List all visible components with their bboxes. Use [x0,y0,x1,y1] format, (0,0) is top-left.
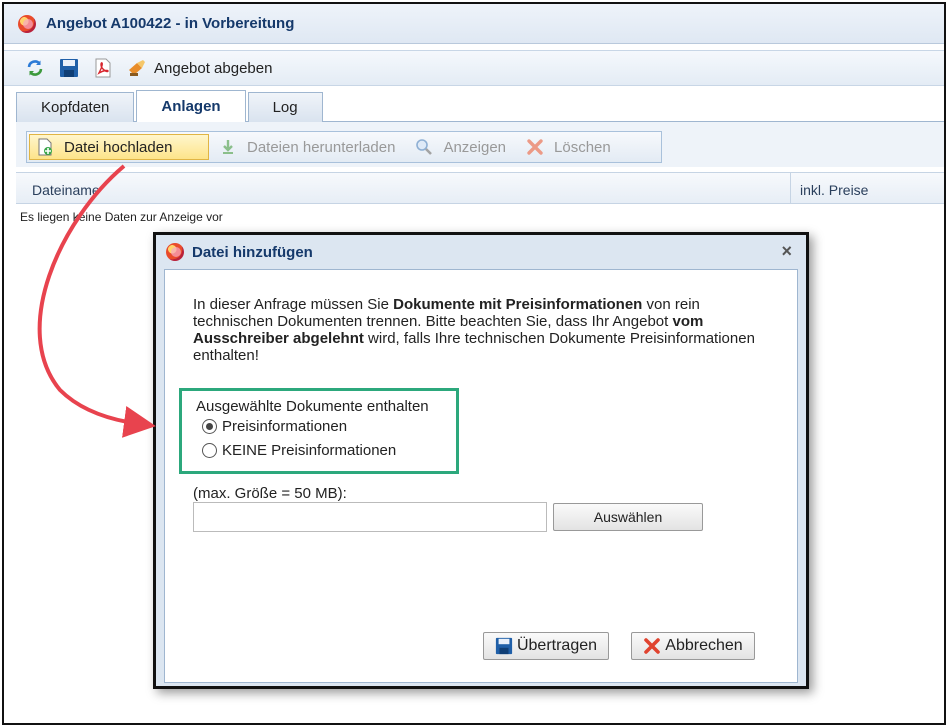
choose-file-label: Auswählen [593,509,663,525]
file-path-input[interactable] [193,502,547,532]
choose-file-button[interactable]: Auswählen [553,503,703,531]
window-titlebar: Angebot A100422 - in Vorbereitung [4,4,944,44]
max-size-label: (max. Größe = 50 MB): [193,485,347,502]
add-file-dialog: Datei hinzufügen × In dieser Anfrage müs… [153,232,809,689]
pdf-icon[interactable] [92,57,114,79]
tab-kopfdaten[interactable]: Kopfdaten [16,92,135,122]
window-title: Angebot A100422 - in Vorbereitung [46,15,295,32]
notice-bold-text: Dokumente mit Preisinformationen [393,296,643,313]
document-type-group: Ausgewählte Dokumente enthalten Preisinf… [179,388,459,474]
upload-file-label: Datei hochladen [64,138,173,156]
radio-no-price-info[interactable] [202,443,217,458]
show-button[interactable]: Anzeigen [409,134,516,160]
tab-log[interactable]: Log [247,92,323,122]
dialog-logo-icon [166,243,184,261]
delete-icon [527,139,543,155]
radio-price-info[interactable] [202,419,217,434]
attachments-toolbar: Datei hochladen Dateien herunterladen An… [26,131,662,163]
submit-offer-button[interactable]: Angebot abgeben [154,60,272,77]
notice-text: In dieser Anfrage müssen Sie [193,296,394,313]
show-label: Anzeigen [443,138,507,156]
download-icon [223,140,233,154]
column-header-dateiname[interactable]: Dateiname [32,182,100,198]
option-no-price-info-label: KEINE Preisinformationen [222,442,397,459]
delete-button[interactable]: Löschen [520,134,621,160]
column-divider[interactable] [790,173,791,204]
option-price-info[interactable]: Preisinformationen [202,418,347,435]
main-toolbar: Angebot abgeben [4,50,944,86]
price-info-notice: In dieser Anfrage müssen Sie Dokumente m… [193,296,773,364]
app-logo-icon [18,14,36,33]
tab-anlagen[interactable]: Anlagen [136,90,246,122]
transfer-label: Übertragen [516,637,598,654]
save-icon [495,637,513,655]
download-files-label: Dateien herunterladen [247,138,396,156]
download-files-button[interactable]: Dateien herunterladen [213,134,405,160]
cancel-icon [644,638,661,654]
cancel-button[interactable]: Abbrechen [631,632,755,660]
option-price-info-label: Preisinformationen [222,418,348,435]
upload-file-icon [38,138,52,156]
dialog-close-icon[interactable]: × [781,241,792,262]
document-type-legend: Ausgewählte Dokumente enthalten [196,398,429,415]
delete-label: Löschen [554,138,611,156]
cancel-label: Abbrechen [665,637,743,654]
transfer-button[interactable]: Übertragen [483,632,609,660]
magnifier-icon [416,139,433,155]
refresh-icon[interactable] [24,57,46,79]
dialog-title: Datei hinzufügen [192,243,313,261]
option-no-price-info[interactable]: KEINE Preisinformationen [202,442,396,459]
upload-file-button[interactable]: Datei hochladen [29,134,209,160]
column-header-inkl-preise[interactable]: inkl. Preise [800,182,868,198]
tab-bar: Kopfdaten Anlagen Log [16,90,325,122]
save-icon[interactable] [58,57,80,79]
attachments-grid-header: Dateiname inkl. Preise [16,172,944,204]
dialog-body: In dieser Anfrage müssen Sie Dokumente m… [164,269,798,683]
grid-empty-message: Es liegen keine Daten zur Anzeige vor [20,210,223,224]
submit-offer-icon[interactable] [126,57,148,79]
dialog-titlebar[interactable]: Datei hinzufügen [156,235,806,269]
